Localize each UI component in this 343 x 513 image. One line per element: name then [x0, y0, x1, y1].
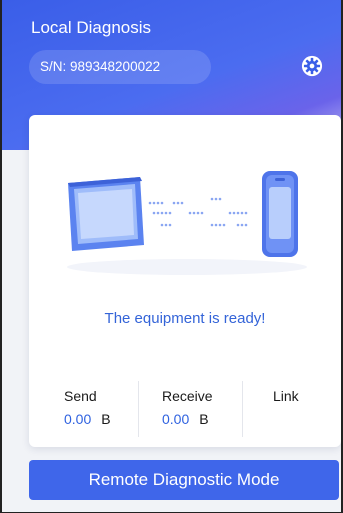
page-title: Local Diagnosis — [31, 18, 152, 37]
gear-icon[interactable] — [301, 55, 323, 77]
status-card: The equipment is ready! Send 0.00 B Recei… — [29, 115, 341, 447]
receive-unit: B — [199, 411, 209, 427]
diagnostic-device-icon — [262, 171, 298, 257]
stat-divider — [242, 381, 243, 437]
link-stat: Link — [273, 388, 299, 404]
receive-stat: Receive 0.00 B — [162, 388, 213, 427]
connection-illustration — [67, 171, 307, 275]
send-label: Send — [64, 388, 97, 404]
send-value: 0.00 — [64, 411, 92, 427]
serial-number-badge: S/N: 989348200022 — [29, 50, 211, 84]
link-label: Link — [273, 388, 299, 404]
receive-label: Receive — [162, 388, 213, 404]
laptop-icon — [68, 177, 144, 251]
send-unit: B — [101, 411, 111, 427]
receive-value: 0.00 — [162, 411, 190, 427]
remote-diagnostic-mode-button[interactable]: Remote Diagnostic Mode — [29, 460, 339, 500]
stat-divider — [138, 381, 139, 437]
send-stat: Send 0.00 B — [64, 388, 111, 427]
status-message: The equipment is ready! — [104, 310, 266, 327]
